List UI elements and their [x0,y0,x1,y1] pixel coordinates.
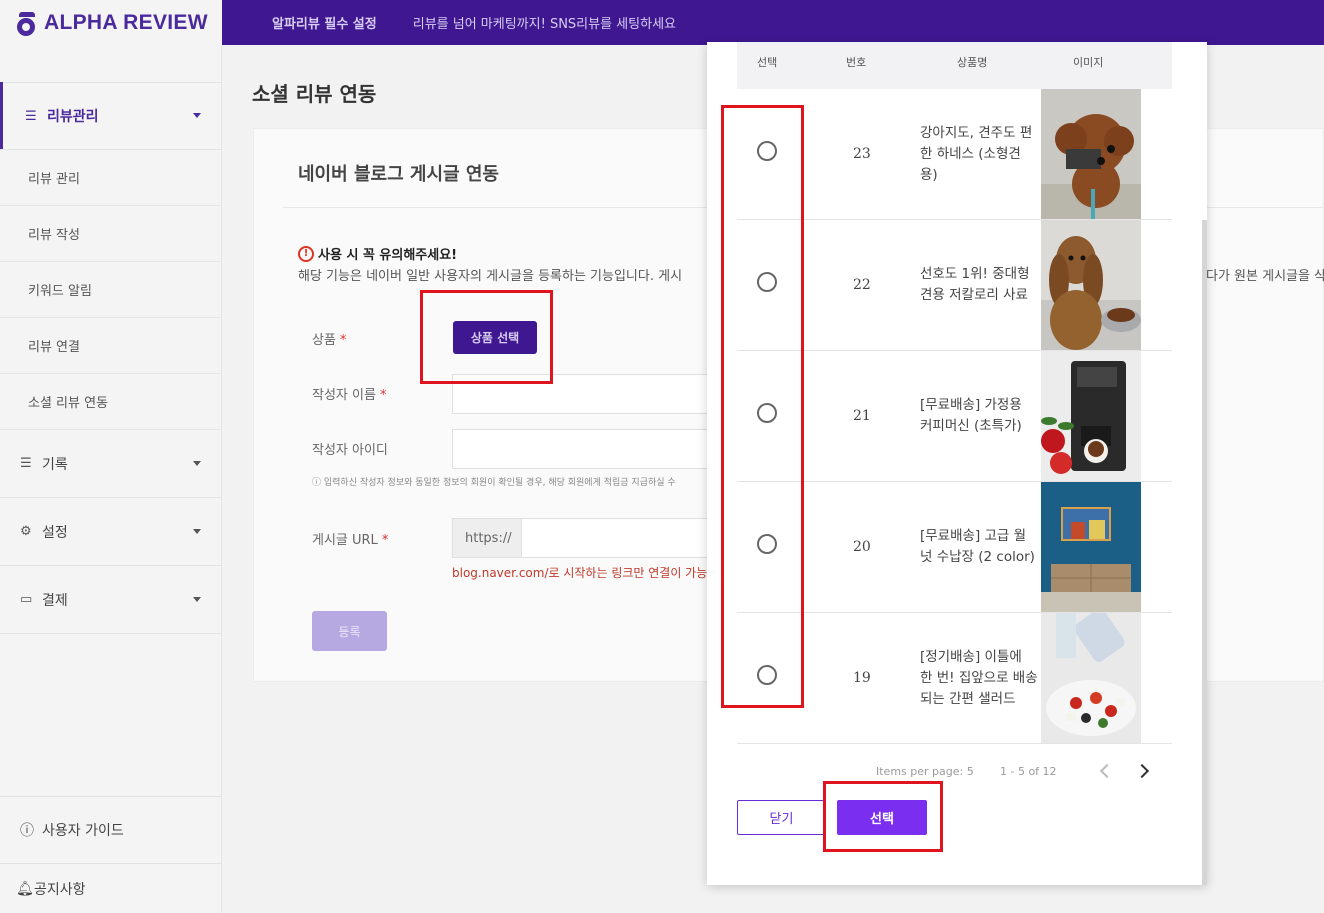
sidebar-user-guide[interactable]: ⓘ 사용자 가이드 [0,797,221,863]
author-info-note: ⓘ 입력하신 작성자 정보와 동일한 정보의 회원이 확인될 경우, 해당 회원… [312,478,676,488]
row-number: 22 [853,277,871,293]
row-product-name: [무료배송] 고급 월넛 수납장 (2 color) [920,528,1035,565]
sidebar-item-review-management[interactable]: 리뷰 관리 [0,150,221,206]
row-number: 21 [853,408,871,424]
product-image-coffee-machine [1041,351,1141,481]
chevron-down-icon [193,460,201,466]
card-icon: ▭ [20,592,33,607]
author-id-label: 작성자 아이디 [312,443,388,458]
sidebar-item-keyword-alert[interactable]: 키워드 알림 [0,262,221,318]
modal-scrollbar[interactable] [1202,220,1207,885]
register-button[interactable]: 등록 [312,611,387,651]
sidebar-group-review-management[interactable]: ☰ 리뷰관리 [0,82,221,150]
chevron-down-icon [193,113,201,118]
column-header-number: 번호 [846,56,867,69]
row-number: 23 [853,146,871,162]
table-header [737,42,1172,89]
author-name-label: 작성자 이름 * [312,388,387,403]
warning-title: ! 사용 시 꼭 유의해주세요! [298,244,457,263]
url-prefix: https:// [452,518,522,558]
list-icon: ☰ [25,108,37,124]
product-image-cabinet [1041,482,1141,612]
highlight-product-button [420,290,553,384]
row-number: 19 [853,670,871,686]
author-id-input[interactable] [452,429,708,469]
row-product-name: [정기배송] 이틀에 한 번! 집앞으로 배송되는 간편 샐러드 [920,649,1038,707]
highlight-radio-column [721,105,804,708]
column-header-product-name: 상품명 [957,56,988,69]
page-range: 1 - 5 of 12 [1000,765,1057,778]
warning-description: 해당 기능은 네이버 일반 사용자의 게시글을 등록하는 기능입니다. 게시 [298,269,683,284]
sidebar-group-settings[interactable]: ⚙ 설정 [0,498,221,566]
chevron-down-icon [193,596,201,602]
page-title: 소셜 리뷰 연동 [252,82,377,106]
row-product-name: [무료배송] 가정용 커피머신 (초특가) [920,397,1022,434]
sidebar-item-social-review[interactable]: 소셜 리뷰 연동 [0,374,221,430]
list-icon: ☰ [20,456,32,471]
card-title: 네이버 블로그 게시글 연동 [298,164,499,185]
chevron-down-icon [193,528,201,534]
url-hint: blog.naver.com/로 시작하는 링크만 연결이 가능합 [452,566,708,580]
product-image-spaniel [1041,220,1141,350]
warning-description-continued: 다가 원본 게시글을 삭 [1206,269,1324,284]
close-button[interactable]: 닫기 [737,800,826,835]
highlight-select-button [823,781,943,852]
row-number: 20 [853,539,871,555]
column-header-select: 선택 [757,56,778,69]
sidebar-group-history[interactable]: ☰ 기록 [0,430,221,498]
product-label: 상품 * [312,333,347,348]
topbar-setup-link[interactable]: 알파리뷰 필수 설정 [272,13,377,32]
row-product-name: 강아지도, 견주도 편한 하네스 (소형견용) [920,125,1033,183]
product-image-poodle [1041,89,1141,219]
row-divider [737,743,1172,744]
url-label: 게시글 URL * [312,533,389,548]
logo-icon [16,10,40,36]
product-image-salad [1041,613,1141,743]
row-product-name: 선호도 1위! 중대형견용 저칼로리 사료 [920,266,1030,303]
gear-icon: ⚙ [20,524,32,539]
items-per-page[interactable]: Items per page: 5 [876,765,974,778]
sidebar-notice[interactable]: 🔔︎ 공지사항 [0,864,221,913]
sidebar-item-review-link[interactable]: 리뷰 연결 [0,318,221,374]
column-header-image: 이미지 [1073,56,1104,69]
logo-text: ALPHA REVIEW [44,11,208,34]
sidebar-item-review-write[interactable]: 리뷰 작성 [0,206,221,262]
alert-icon: ! [298,245,314,262]
url-input[interactable] [522,518,708,558]
topbar-sns-link[interactable]: 리뷰를 넘어 마케팅까지! SNS리뷰를 세팅하세요 [413,13,676,32]
bell-icon: 🔔︎ [16,880,34,897]
logo[interactable]: ALPHA REVIEW [0,0,222,46]
top-bar: 알파리뷰 필수 설정 리뷰를 넘어 마케팅까지! SNS리뷰를 세팅하세요 [222,0,1324,45]
sidebar: ALPHA REVIEW ☰ 리뷰관리 리뷰 관리 리뷰 작성 키워드 알림 리… [0,0,222,913]
help-icon: ⓘ [20,823,34,839]
sidebar-group-payment[interactable]: ▭ 결제 [0,566,221,634]
sidebar-group-label: 리뷰관리 [47,109,99,125]
